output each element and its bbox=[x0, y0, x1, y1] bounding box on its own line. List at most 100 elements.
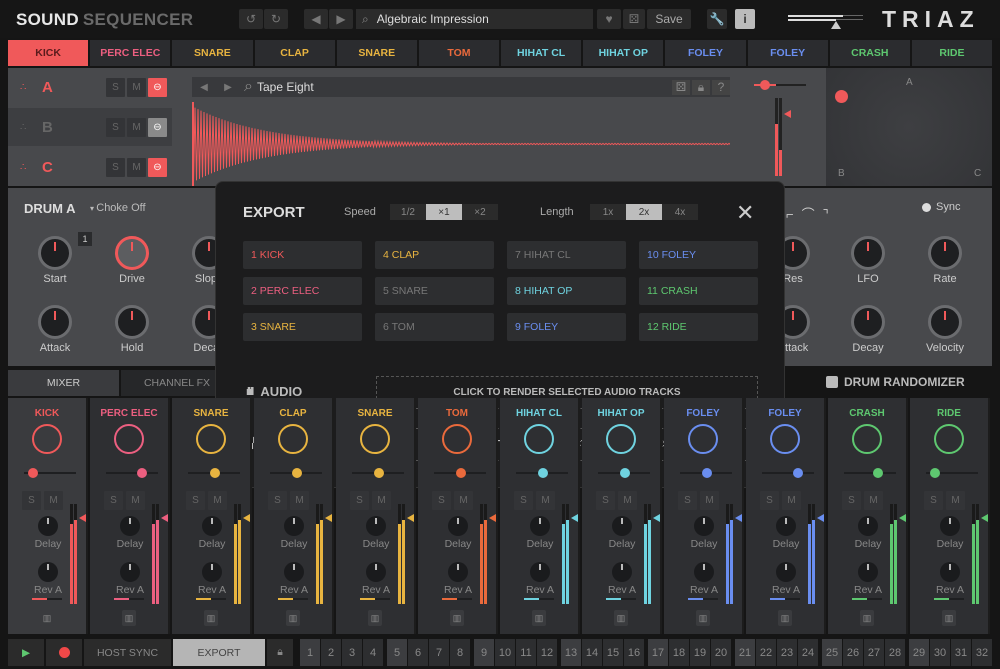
step-23[interactable]: 23 bbox=[777, 639, 797, 666]
step-24[interactable]: 24 bbox=[798, 639, 818, 666]
reverb-send-bar[interactable] bbox=[770, 598, 800, 600]
piano-icon[interactable]: ▥ bbox=[532, 610, 546, 626]
export-track-toggle[interactable]: 9 FOLEY bbox=[507, 313, 626, 341]
step-27[interactable]: 27 bbox=[864, 639, 884, 666]
record-button[interactable] bbox=[46, 639, 82, 666]
link-icon[interactable]: ⊖ bbox=[148, 117, 167, 137]
knob-hold[interactable] bbox=[115, 305, 149, 339]
drum-tab-11[interactable]: CRASH bbox=[829, 40, 910, 66]
reverb-knob[interactable] bbox=[284, 562, 304, 582]
heart-icon[interactable]: ♥ bbox=[597, 9, 621, 29]
export-track-toggle[interactable]: 2 PERC ELEC bbox=[243, 277, 362, 305]
piano-icon[interactable]: ▥ bbox=[368, 610, 382, 626]
step-31[interactable]: 31 bbox=[951, 639, 971, 666]
sync-toggle[interactable] bbox=[922, 203, 931, 212]
step-21[interactable]: 21 bbox=[735, 639, 755, 666]
step-32[interactable]: 32 bbox=[972, 639, 992, 666]
solo-button[interactable]: S bbox=[432, 491, 451, 510]
drum-randomizer-button[interactable]: DRUM RANDOMIZER bbox=[826, 375, 965, 389]
redo-icon[interactable]: ↻ bbox=[264, 9, 288, 29]
pan-slider[interactable] bbox=[926, 468, 978, 478]
drum-tab-7[interactable]: HIHAT CL bbox=[501, 40, 582, 66]
solo-button[interactable]: S bbox=[268, 491, 287, 510]
solo-button[interactable]: S bbox=[104, 491, 123, 510]
solo-button[interactable]: S bbox=[596, 491, 615, 510]
fader-handle[interactable] bbox=[981, 514, 988, 522]
step-9[interactable]: 9 bbox=[474, 639, 494, 666]
delay-knob[interactable] bbox=[366, 516, 386, 536]
drum-tab-9[interactable]: FOLEY bbox=[665, 40, 746, 66]
piano-icon[interactable]: ▥ bbox=[942, 610, 956, 626]
fader-handle[interactable] bbox=[407, 514, 414, 522]
step-5[interactable]: 5 bbox=[387, 639, 407, 666]
wrench-icon[interactable]: 🔧 bbox=[707, 9, 727, 29]
reverb-send-bar[interactable] bbox=[196, 598, 226, 600]
prev-preset-icon[interactable]: ◀ bbox=[304, 9, 328, 29]
fader-handle[interactable] bbox=[571, 514, 578, 522]
solo-button[interactable]: S bbox=[924, 491, 943, 510]
export-track-toggle[interactable]: 10 FOLEY bbox=[639, 241, 758, 269]
prev-sample-icon[interactable]: ◀ bbox=[192, 82, 216, 93]
solo-button[interactable]: S bbox=[514, 491, 533, 510]
export-track-toggle[interactable]: 12 RIDE bbox=[639, 313, 758, 341]
pan-slider[interactable] bbox=[762, 468, 814, 478]
reverb-knob[interactable] bbox=[612, 562, 632, 582]
solo-button[interactable]: S bbox=[22, 491, 41, 510]
delay-knob[interactable] bbox=[776, 516, 796, 536]
fader-handle[interactable] bbox=[817, 514, 824, 522]
solo-button[interactable]: S bbox=[186, 491, 205, 510]
fader-handle[interactable] bbox=[653, 514, 660, 522]
mute-button[interactable]: M bbox=[126, 491, 145, 510]
step-16[interactable]: 16 bbox=[624, 639, 644, 666]
piano-icon[interactable]: ▥ bbox=[614, 610, 628, 626]
layer-row-b[interactable]: ∴ B S M ⊖ bbox=[16, 108, 180, 146]
mute-button[interactable]: M bbox=[454, 491, 473, 510]
step-12[interactable]: 12 bbox=[537, 639, 557, 666]
filter-shape-icons[interactable]: ⌐⌒⌝ bbox=[786, 204, 837, 223]
reverb-send-bar[interactable] bbox=[934, 598, 964, 600]
link-icon[interactable]: ⊖ bbox=[148, 77, 167, 97]
waveform-display[interactable] bbox=[192, 102, 730, 186]
mute-button[interactable]: M bbox=[946, 491, 965, 510]
piano-icon[interactable]: ▥ bbox=[286, 610, 300, 626]
mute-button[interactable]: M bbox=[127, 117, 146, 137]
step-3[interactable]: 3 bbox=[342, 639, 362, 666]
mute-button[interactable]: M bbox=[864, 491, 883, 510]
sample-browser[interactable]: ◀ ▶ ⌕ Tape Eight ⚄ 🔒︎ ? bbox=[192, 77, 730, 97]
reverb-knob[interactable] bbox=[448, 562, 468, 582]
delay-knob[interactable] bbox=[448, 516, 468, 536]
step-29[interactable]: 29 bbox=[909, 639, 929, 666]
lock-icon[interactable]: 🔒︎ bbox=[692, 79, 710, 95]
piano-icon[interactable]: ▥ bbox=[696, 610, 710, 626]
start-marker[interactable] bbox=[192, 102, 194, 186]
solo-button[interactable]: S bbox=[106, 117, 125, 137]
fader-handle[interactable] bbox=[489, 514, 496, 522]
knob-decay[interactable] bbox=[851, 305, 885, 339]
reverb-send-bar[interactable] bbox=[114, 598, 144, 600]
delay-knob[interactable] bbox=[858, 516, 878, 536]
xy-handle[interactable] bbox=[835, 90, 848, 103]
fader-handle[interactable] bbox=[79, 514, 86, 522]
knob-attack[interactable] bbox=[38, 305, 72, 339]
dice-icon[interactable]: ⚄ bbox=[623, 9, 645, 29]
mute-button[interactable]: M bbox=[208, 491, 227, 510]
step-17[interactable]: 17 bbox=[648, 639, 668, 666]
export-track-toggle[interactable]: 5 SNARE bbox=[375, 277, 494, 305]
mute-button[interactable]: M bbox=[700, 491, 719, 510]
mute-button[interactable]: M bbox=[618, 491, 637, 510]
reverb-knob[interactable] bbox=[940, 562, 960, 582]
drum-tab-5[interactable]: SNARE bbox=[336, 40, 417, 66]
knob-drive[interactable] bbox=[115, 236, 149, 270]
pan-slider[interactable] bbox=[24, 468, 76, 478]
pan-slider[interactable] bbox=[434, 468, 486, 478]
step-19[interactable]: 19 bbox=[690, 639, 710, 666]
reverb-knob[interactable] bbox=[366, 562, 386, 582]
step-20[interactable]: 20 bbox=[711, 639, 731, 666]
step-7[interactable]: 7 bbox=[429, 639, 449, 666]
export-track-toggle[interactable]: 7 HIHAT CL bbox=[507, 241, 626, 269]
pan-slider[interactable] bbox=[516, 468, 568, 478]
step-11[interactable]: 11 bbox=[516, 639, 536, 666]
next-preset-icon[interactable]: ▶ bbox=[329, 9, 353, 29]
link-icon[interactable]: ⊖ bbox=[148, 157, 167, 177]
delay-knob[interactable] bbox=[38, 516, 58, 536]
